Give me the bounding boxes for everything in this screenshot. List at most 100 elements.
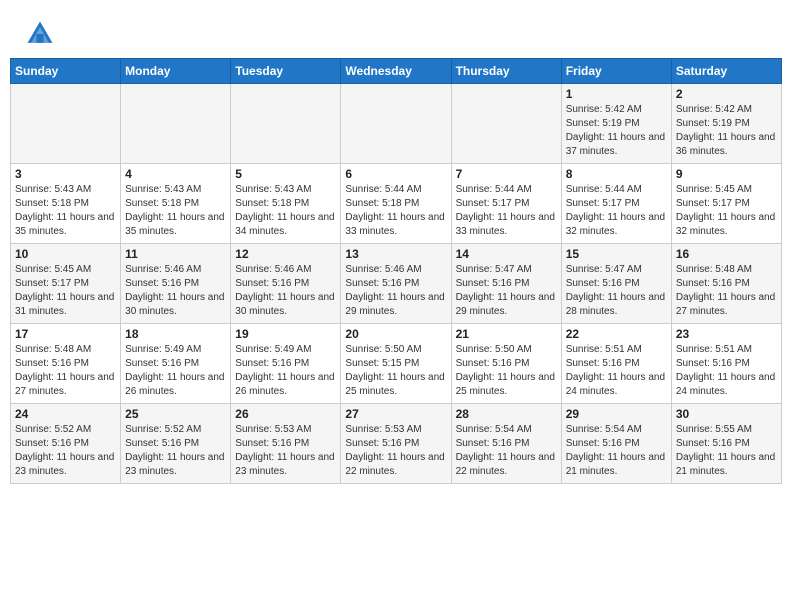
day-info: Sunrise: 5:43 AMSunset: 5:18 PMDaylight:… — [125, 184, 224, 237]
day-number: 18 — [125, 327, 226, 341]
day-number: 25 — [125, 407, 226, 421]
day-cell: 15 Sunrise: 5:47 AMSunset: 5:16 PMDaylig… — [561, 244, 671, 324]
day-info: Sunrise: 5:46 AMSunset: 5:16 PMDaylight:… — [235, 264, 334, 317]
day-number: 3 — [15, 167, 116, 181]
day-info: Sunrise: 5:42 AMSunset: 5:19 PMDaylight:… — [566, 104, 665, 157]
day-info: Sunrise: 5:53 AMSunset: 5:16 PMDaylight:… — [345, 424, 444, 477]
day-cell: 20 Sunrise: 5:50 AMSunset: 5:15 PMDaylig… — [341, 324, 451, 404]
day-cell — [451, 84, 561, 164]
day-cell: 4 Sunrise: 5:43 AMSunset: 5:18 PMDayligh… — [121, 164, 231, 244]
day-cell: 3 Sunrise: 5:43 AMSunset: 5:18 PMDayligh… — [11, 164, 121, 244]
day-number: 10 — [15, 247, 116, 261]
day-info: Sunrise: 5:54 AMSunset: 5:16 PMDaylight:… — [566, 424, 665, 477]
day-cell: 28 Sunrise: 5:54 AMSunset: 5:16 PMDaylig… — [451, 404, 561, 484]
day-info: Sunrise: 5:44 AMSunset: 5:18 PMDaylight:… — [345, 184, 444, 237]
day-cell: 17 Sunrise: 5:48 AMSunset: 5:16 PMDaylig… — [11, 324, 121, 404]
day-info: Sunrise: 5:44 AMSunset: 5:17 PMDaylight:… — [566, 184, 665, 237]
day-info: Sunrise: 5:47 AMSunset: 5:16 PMDaylight:… — [456, 264, 555, 317]
day-cell: 19 Sunrise: 5:49 AMSunset: 5:16 PMDaylig… — [231, 324, 341, 404]
weekday-header-row: SundayMondayTuesdayWednesdayThursdayFrid… — [11, 59, 782, 84]
day-info: Sunrise: 5:46 AMSunset: 5:16 PMDaylight:… — [125, 264, 224, 317]
logo-icon — [24, 18, 56, 50]
day-info: Sunrise: 5:44 AMSunset: 5:17 PMDaylight:… — [456, 184, 555, 237]
day-number: 22 — [566, 327, 667, 341]
day-cell: 6 Sunrise: 5:44 AMSunset: 5:18 PMDayligh… — [341, 164, 451, 244]
day-number: 26 — [235, 407, 336, 421]
day-info: Sunrise: 5:43 AMSunset: 5:18 PMDaylight:… — [235, 184, 334, 237]
day-info: Sunrise: 5:48 AMSunset: 5:16 PMDaylight:… — [676, 264, 775, 317]
day-cell: 13 Sunrise: 5:46 AMSunset: 5:16 PMDaylig… — [341, 244, 451, 324]
day-number: 14 — [456, 247, 557, 261]
weekday-header-thursday: Thursday — [451, 59, 561, 84]
day-number: 29 — [566, 407, 667, 421]
day-info: Sunrise: 5:55 AMSunset: 5:16 PMDaylight:… — [676, 424, 775, 477]
day-number: 30 — [676, 407, 777, 421]
day-number: 7 — [456, 167, 557, 181]
day-cell: 30 Sunrise: 5:55 AMSunset: 5:16 PMDaylig… — [671, 404, 781, 484]
day-info: Sunrise: 5:47 AMSunset: 5:16 PMDaylight:… — [566, 264, 665, 317]
day-number: 6 — [345, 167, 446, 181]
day-info: Sunrise: 5:53 AMSunset: 5:16 PMDaylight:… — [235, 424, 334, 477]
day-info: Sunrise: 5:51 AMSunset: 5:16 PMDaylight:… — [676, 344, 775, 397]
day-info: Sunrise: 5:52 AMSunset: 5:16 PMDaylight:… — [15, 424, 114, 477]
day-cell — [341, 84, 451, 164]
day-info: Sunrise: 5:43 AMSunset: 5:18 PMDaylight:… — [15, 184, 114, 237]
day-number: 20 — [345, 327, 446, 341]
day-cell — [231, 84, 341, 164]
day-number: 9 — [676, 167, 777, 181]
logo — [24, 18, 64, 50]
day-info: Sunrise: 5:52 AMSunset: 5:16 PMDaylight:… — [125, 424, 224, 477]
day-info: Sunrise: 5:49 AMSunset: 5:16 PMDaylight:… — [235, 344, 334, 397]
header — [0, 0, 792, 58]
day-cell: 12 Sunrise: 5:46 AMSunset: 5:16 PMDaylig… — [231, 244, 341, 324]
day-info: Sunrise: 5:45 AMSunset: 5:17 PMDaylight:… — [676, 184, 775, 237]
week-row-1: 1 Sunrise: 5:42 AMSunset: 5:19 PMDayligh… — [11, 84, 782, 164]
day-cell: 11 Sunrise: 5:46 AMSunset: 5:16 PMDaylig… — [121, 244, 231, 324]
day-number: 15 — [566, 247, 667, 261]
day-info: Sunrise: 5:49 AMSunset: 5:16 PMDaylight:… — [125, 344, 224, 397]
day-info: Sunrise: 5:42 AMSunset: 5:19 PMDaylight:… — [676, 104, 775, 157]
weekday-header-friday: Friday — [561, 59, 671, 84]
day-number: 4 — [125, 167, 226, 181]
day-cell: 23 Sunrise: 5:51 AMSunset: 5:16 PMDaylig… — [671, 324, 781, 404]
day-cell: 5 Sunrise: 5:43 AMSunset: 5:18 PMDayligh… — [231, 164, 341, 244]
day-number: 1 — [566, 87, 667, 101]
weekday-header-monday: Monday — [121, 59, 231, 84]
day-cell: 7 Sunrise: 5:44 AMSunset: 5:17 PMDayligh… — [451, 164, 561, 244]
day-info: Sunrise: 5:48 AMSunset: 5:16 PMDaylight:… — [15, 344, 114, 397]
day-number: 21 — [456, 327, 557, 341]
day-cell: 18 Sunrise: 5:49 AMSunset: 5:16 PMDaylig… — [121, 324, 231, 404]
day-number: 11 — [125, 247, 226, 261]
day-cell: 22 Sunrise: 5:51 AMSunset: 5:16 PMDaylig… — [561, 324, 671, 404]
day-cell — [121, 84, 231, 164]
day-number: 23 — [676, 327, 777, 341]
day-number: 16 — [676, 247, 777, 261]
day-cell: 21 Sunrise: 5:50 AMSunset: 5:16 PMDaylig… — [451, 324, 561, 404]
day-cell: 25 Sunrise: 5:52 AMSunset: 5:16 PMDaylig… — [121, 404, 231, 484]
day-number: 13 — [345, 247, 446, 261]
week-row-3: 10 Sunrise: 5:45 AMSunset: 5:17 PMDaylig… — [11, 244, 782, 324]
weekday-header-wednesday: Wednesday — [341, 59, 451, 84]
day-cell: 8 Sunrise: 5:44 AMSunset: 5:17 PMDayligh… — [561, 164, 671, 244]
weekday-header-saturday: Saturday — [671, 59, 781, 84]
day-cell: 9 Sunrise: 5:45 AMSunset: 5:17 PMDayligh… — [671, 164, 781, 244]
day-cell: 27 Sunrise: 5:53 AMSunset: 5:16 PMDaylig… — [341, 404, 451, 484]
day-cell: 16 Sunrise: 5:48 AMSunset: 5:16 PMDaylig… — [671, 244, 781, 324]
day-cell: 14 Sunrise: 5:47 AMSunset: 5:16 PMDaylig… — [451, 244, 561, 324]
calendar-table: SundayMondayTuesdayWednesdayThursdayFrid… — [10, 58, 782, 484]
week-row-2: 3 Sunrise: 5:43 AMSunset: 5:18 PMDayligh… — [11, 164, 782, 244]
day-info: Sunrise: 5:54 AMSunset: 5:16 PMDaylight:… — [456, 424, 555, 477]
page: SundayMondayTuesdayWednesdayThursdayFrid… — [0, 0, 792, 612]
weekday-header-sunday: Sunday — [11, 59, 121, 84]
day-info: Sunrise: 5:45 AMSunset: 5:17 PMDaylight:… — [15, 264, 114, 317]
day-number: 24 — [15, 407, 116, 421]
day-cell — [11, 84, 121, 164]
day-cell: 26 Sunrise: 5:53 AMSunset: 5:16 PMDaylig… — [231, 404, 341, 484]
day-number: 8 — [566, 167, 667, 181]
day-cell: 10 Sunrise: 5:45 AMSunset: 5:17 PMDaylig… — [11, 244, 121, 324]
day-number: 12 — [235, 247, 336, 261]
day-number: 2 — [676, 87, 777, 101]
day-info: Sunrise: 5:46 AMSunset: 5:16 PMDaylight:… — [345, 264, 444, 317]
day-cell: 29 Sunrise: 5:54 AMSunset: 5:16 PMDaylig… — [561, 404, 671, 484]
day-cell: 2 Sunrise: 5:42 AMSunset: 5:19 PMDayligh… — [671, 84, 781, 164]
